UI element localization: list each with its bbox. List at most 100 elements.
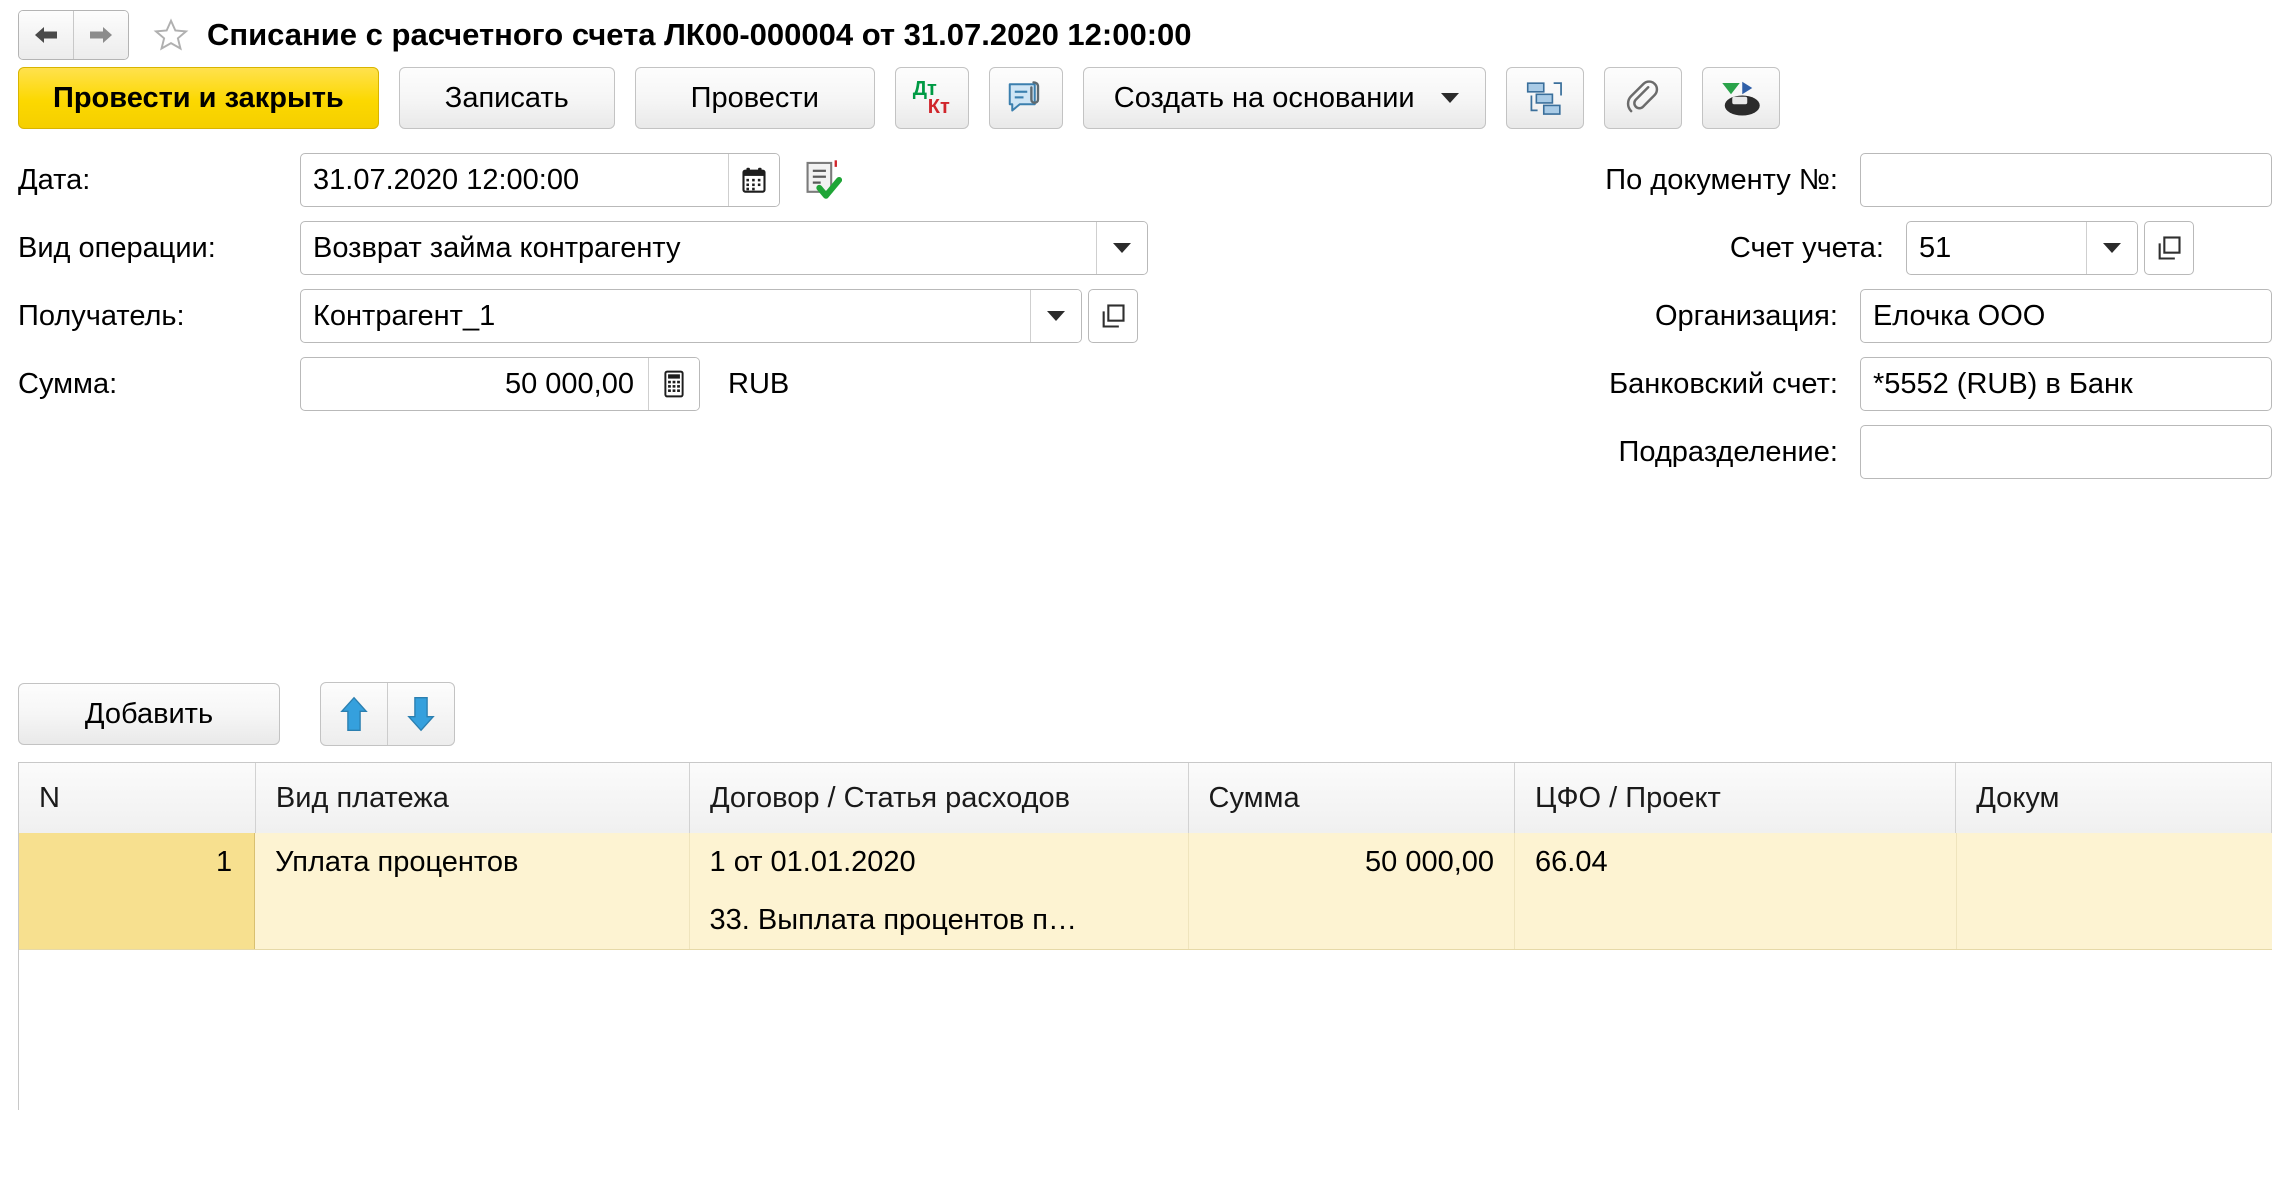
document-spacer	[1957, 891, 2272, 949]
cell-amount[interactable]: 50 000,00	[1189, 833, 1515, 949]
department-field[interactable]	[1860, 425, 2272, 479]
document-number-label: По документу №:	[1560, 164, 1860, 197]
form-row-organization: Организация: Елочка ООО	[1560, 282, 2272, 350]
column-header-amount[interactable]: Сумма	[1189, 763, 1516, 833]
post-and-close-button[interactable]: Провести и закрыть	[18, 67, 379, 129]
document-toolbar: Провести и закрыть Записать Провести Дт …	[0, 62, 2272, 136]
department-value	[1861, 426, 2271, 478]
document-check-button[interactable]	[802, 159, 842, 201]
document-number-value	[1861, 154, 2271, 206]
open-reference-icon	[2155, 234, 2183, 262]
debit-credit-button[interactable]: Дт Кт	[895, 67, 969, 129]
row-number-value: 1	[19, 833, 254, 891]
table-empty-area[interactable]	[18, 950, 2272, 1110]
back-button[interactable]	[19, 11, 73, 59]
forward-button[interactable]	[73, 11, 128, 59]
form-row-date: Дата: 31.07.2020 12:00:00	[18, 146, 1558, 214]
column-header-payment-type[interactable]: Вид платежа	[256, 763, 690, 833]
table-header-row: N Вид платежа Договор / Статья расходов …	[19, 763, 2272, 833]
account-label: Счет учета:	[1560, 232, 1906, 265]
table-toolbar: Добавить	[0, 666, 2272, 762]
create-based-on-label: Создать на основании	[1114, 82, 1415, 115]
amount-label: Сумма:	[18, 368, 300, 401]
structure-subordination-button[interactable]	[1506, 67, 1584, 129]
favorite-button[interactable]	[151, 15, 191, 55]
amount-spacer	[1189, 891, 1514, 949]
amount-field[interactable]: 50 000,00	[300, 357, 700, 411]
cell-row-number[interactable]: 1	[19, 833, 255, 949]
department-label: Подразделение:	[1560, 436, 1860, 469]
note-attachment-icon	[1006, 78, 1046, 118]
report-icon	[1719, 78, 1763, 118]
structure-subordination-icon	[1524, 78, 1566, 118]
cell-document[interactable]	[1957, 833, 2272, 949]
arrow-down-icon	[404, 695, 438, 733]
debit-credit-icon: Дт Кт	[913, 79, 951, 117]
bank-account-value: *5552 (RUB) в Банк	[1861, 358, 2271, 410]
contract-value: 1 от 01.01.2020	[690, 833, 1188, 891]
cell-payment-type[interactable]: Уплата процентов	[255, 833, 689, 949]
calendar-icon	[741, 166, 767, 194]
recipient-open-reference-button[interactable]	[1088, 289, 1138, 343]
open-reference-icon	[1099, 302, 1127, 330]
move-row-down-button[interactable]	[387, 683, 454, 745]
back-arrow-icon	[31, 23, 61, 47]
account-field[interactable]: 51	[1906, 221, 2138, 275]
recipient-value: Контрагент_1	[301, 290, 1030, 342]
operation-type-label: Вид операции:	[18, 232, 300, 265]
page-title: Списание с расчетного счета ЛК00-000004 …	[207, 17, 1192, 53]
form-row-bank-account: Банковский счет: *5552 (RUB) в Банк	[1560, 350, 2272, 418]
calculator-button[interactable]	[648, 358, 699, 410]
recipient-dropdown-button[interactable]	[1030, 290, 1081, 342]
organization-value: Елочка ООО	[1861, 290, 2271, 342]
report-button[interactable]	[1702, 67, 1780, 129]
organization-field[interactable]: Елочка ООО	[1860, 289, 2272, 343]
column-header-contract-expense[interactable]: Договор / Статья расходов	[690, 763, 1189, 833]
recipient-label: Получатель:	[18, 300, 300, 333]
recipient-field[interactable]: Контрагент_1	[300, 289, 1082, 343]
attachment-button[interactable]	[1604, 67, 1682, 129]
account-open-reference-button[interactable]	[2144, 221, 2194, 275]
bank-account-field[interactable]: *5552 (RUB) в Банк	[1860, 357, 2272, 411]
calendar-button[interactable]	[728, 154, 779, 206]
create-based-on-button[interactable]: Создать на основании	[1083, 67, 1486, 129]
cell-cfo-project[interactable]: 66.04	[1515, 833, 1957, 949]
move-row-up-button[interactable]	[321, 683, 387, 745]
payment-type-value: Уплата процентов	[255, 833, 688, 891]
column-header-document[interactable]: Докум	[1956, 763, 2272, 833]
cfo-project-value: 66.04	[1515, 833, 1956, 891]
amount-value: 50 000,00	[301, 358, 648, 410]
date-field[interactable]: 31.07.2020 12:00:00	[300, 153, 780, 207]
cell-contract-expense[interactable]: 1 от 01.01.2020 33. Выплата процентов п…	[690, 833, 1189, 949]
form-left-column: Дата: 31.07.2020 12:00:00	[18, 146, 1558, 418]
calculator-icon	[662, 370, 686, 398]
operation-type-dropdown-button[interactable]	[1096, 222, 1147, 274]
operation-type-value: Возврат займа контрагенту	[301, 222, 1096, 274]
organization-label: Организация:	[1560, 300, 1860, 333]
column-header-n[interactable]: N	[19, 763, 256, 833]
add-row-button[interactable]: Добавить	[18, 683, 280, 745]
payment-type-spacer	[255, 891, 688, 949]
column-header-cfo-project[interactable]: ЦФО / Проект	[1515, 763, 1956, 833]
operation-type-field[interactable]: Возврат займа контрагенту	[300, 221, 1148, 275]
table-row[interactable]: 1 Уплата процентов 1 от 01.01.2020 33. В…	[19, 833, 2272, 950]
form-right-column: По документу №: Счет учета: 51	[1560, 146, 2272, 486]
post-button[interactable]: Провести	[635, 67, 875, 129]
paperclip-icon	[1623, 78, 1663, 118]
form-row-document-number: По документу №:	[1560, 146, 2272, 214]
form-row-recipient: Получатель: Контрагент_1	[18, 282, 1558, 350]
form-row-department: Подразделение:	[1560, 418, 2272, 486]
note-attachment-button[interactable]	[989, 67, 1063, 129]
write-button[interactable]: Записать	[399, 67, 615, 129]
account-dropdown-button[interactable]	[2086, 222, 2137, 274]
document-form: Дата: 31.07.2020 12:00:00	[0, 136, 2272, 666]
chevron-down-icon	[1113, 243, 1131, 253]
date-label: Дата:	[18, 164, 300, 197]
account-value: 51	[1907, 222, 2086, 274]
navigation-buttons[interactable]	[18, 10, 129, 60]
document-number-field[interactable]	[1860, 153, 2272, 207]
chevron-down-icon	[2103, 243, 2121, 253]
payments-table: N Вид платежа Договор / Статья расходов …	[18, 762, 2272, 1110]
forward-arrow-icon	[86, 23, 116, 47]
form-row-account: Счет учета: 51	[1560, 214, 2272, 282]
